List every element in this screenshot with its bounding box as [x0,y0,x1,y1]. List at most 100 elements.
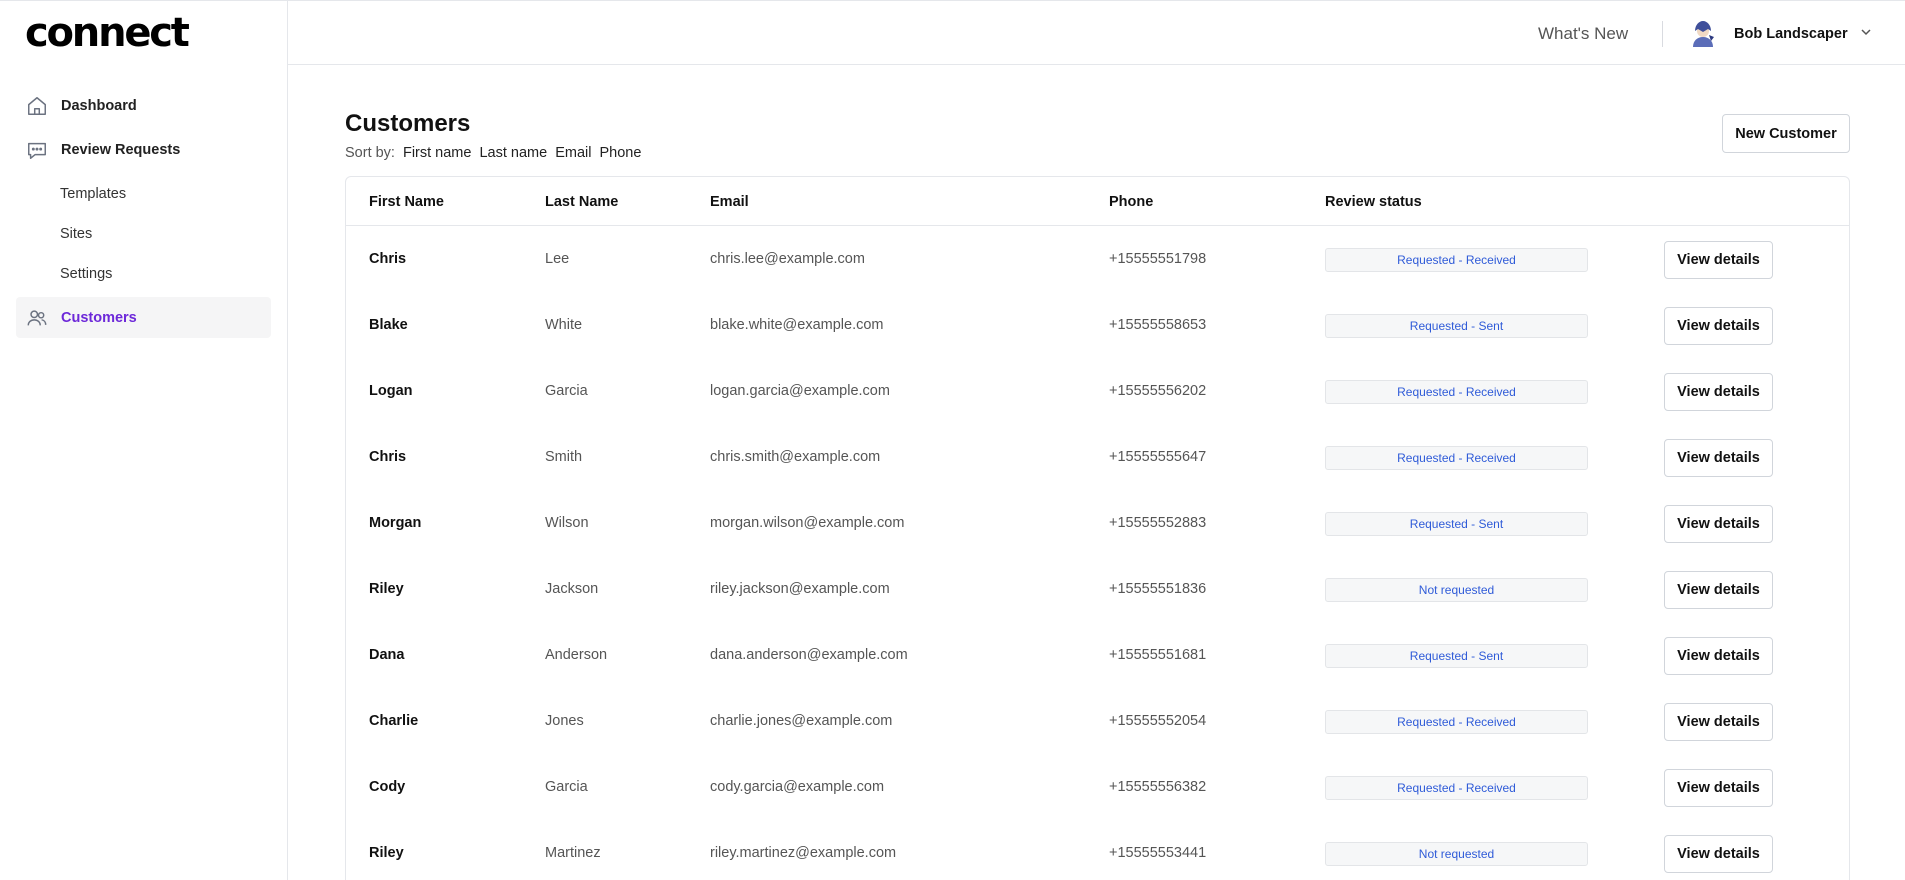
phone-cell: +15555556202 [1109,383,1207,399]
view-details-button[interactable]: View details [1664,373,1773,411]
last-name-cell: Wilson [545,515,589,531]
status-badge: Requested - Sent [1325,644,1588,668]
table-row: Logan Garcia logan.garcia@example.com +1… [346,358,1849,424]
users-icon [25,306,49,330]
email-cell: chris.smith@example.com [710,449,881,465]
email-cell: riley.jackson@example.com [710,581,890,597]
phone-cell: +15555558653 [1109,317,1207,333]
last-name-cell: Anderson [545,647,608,663]
sidebar-subitem-templates[interactable]: Templates [60,184,126,204]
table-row: Cody Garcia cody.garcia@example.com +155… [346,754,1849,820]
sidebar: connect Dashboard Review Requests Templa… [0,0,288,880]
phone-cell: +15555552883 [1109,515,1207,531]
phone-cell: +15555551836 [1109,581,1207,597]
view-details-button[interactable]: View details [1664,571,1773,609]
table-row: Morgan Wilson morgan.wilson@example.com … [346,490,1849,556]
view-details-button[interactable]: View details [1664,703,1773,741]
first-name-cell: Riley [369,845,404,861]
divider [1662,21,1663,47]
view-details-button[interactable]: View details [1664,637,1773,675]
phone-cell: +15555551798 [1109,251,1207,267]
view-details-button[interactable]: View details [1664,307,1773,345]
status-badge: Requested - Received [1325,710,1588,734]
phone-cell: +15555551681 [1109,647,1207,663]
first-name-cell: Morgan [369,515,422,531]
top-bar: What's New Bob Landscaper [288,0,1905,65]
table-row: Riley Martinez riley.martinez@example.co… [346,820,1849,880]
first-name-cell: Chris [369,449,407,465]
email-cell: dana.anderson@example.com [710,647,908,663]
view-details-button[interactable]: View details [1664,439,1773,477]
sort-option-last-name[interactable]: Last name [479,143,547,163]
sidebar-item-label: Dashboard [61,97,137,114]
email-cell: blake.white@example.com [710,317,884,333]
whats-new-link[interactable]: What's New [1538,1,1628,66]
sort-by-label: Sort by: [345,145,395,161]
sort-option-first-name[interactable]: First name [403,143,472,163]
avatar-icon [1688,19,1718,49]
email-cell: logan.garcia@example.com [710,383,890,399]
column-header-last-name[interactable]: Last Name [545,177,618,226]
status-badge: Requested - Sent [1325,314,1588,338]
status-badge: Requested - Received [1325,776,1588,800]
first-name-cell: Charlie [369,713,419,729]
email-cell: morgan.wilson@example.com [710,515,905,531]
status-badge: Not requested [1325,578,1588,602]
table-row: Chris Lee chris.lee@example.com +1555555… [346,226,1849,292]
phone-cell: +15555553441 [1109,845,1207,861]
sort-option-email[interactable]: Email [555,143,591,163]
table-row: Chris Smith chris.smith@example.com +155… [346,424,1849,490]
last-name-cell: Garcia [545,779,588,795]
email-cell: cody.garcia@example.com [710,779,885,795]
column-header-review-status[interactable]: Review status [1325,177,1422,226]
page-title: Customers [345,110,471,137]
email-cell: riley.martinez@example.com [710,845,897,861]
table-row: Blake White blake.white@example.com +155… [346,292,1849,358]
last-name-cell: Jones [545,713,584,729]
view-details-button[interactable]: View details [1664,835,1773,873]
last-name-cell: Garcia [545,383,588,399]
column-header-first-name[interactable]: First Name [369,177,444,226]
table-row: Charlie Jones charlie.jones@example.com … [346,688,1849,754]
sidebar-item-dashboard[interactable]: Dashboard [16,85,271,126]
last-name-cell: Lee [545,251,570,267]
view-details-button[interactable]: View details [1664,505,1773,543]
first-name-cell: Chris [369,251,407,267]
sidebar-item-review-requests[interactable]: Review Requests [16,129,271,170]
sidebar-subitem-settings[interactable]: Settings [60,264,112,284]
sidebar-item-customers[interactable]: Customers [16,297,271,338]
phone-cell: +15555556382 [1109,779,1207,795]
status-badge: Requested - Sent [1325,512,1588,536]
last-name-cell: Martinez [545,845,601,861]
first-name-cell: Dana [369,647,405,663]
status-badge: Not requested [1325,842,1588,866]
sidebar-item-label: Customers [61,309,137,326]
customers-table: First Name Last Name Email Phone Review … [345,176,1850,880]
last-name-cell: White [545,317,583,333]
table-header: First Name Last Name Email Phone Review … [346,177,1849,226]
sort-option-phone[interactable]: Phone [599,143,641,163]
sidebar-subitem-sites[interactable]: Sites [60,224,92,244]
user-menu[interactable]: Bob Landscaper [1688,1,1872,66]
view-details-button[interactable]: View details [1664,241,1773,279]
connect-logo[interactable]: connect [25,13,190,53]
last-name-cell: Jackson [545,581,599,597]
chat-bubble-icon [25,138,49,162]
first-name-cell: Cody [369,779,406,795]
status-badge: Requested - Received [1325,248,1588,272]
status-badge: Requested - Received [1325,380,1588,404]
last-name-cell: Smith [545,449,583,465]
email-cell: chris.lee@example.com [710,251,865,267]
first-name-cell: Riley [369,581,404,597]
column-header-email[interactable]: Email [710,177,749,226]
new-customer-button[interactable]: New Customer [1722,114,1850,153]
main-content: Customers Sort by: First name Last name … [345,65,1850,880]
column-header-phone[interactable]: Phone [1109,177,1153,226]
email-cell: charlie.jones@example.com [710,713,893,729]
view-details-button[interactable]: View details [1664,769,1773,807]
first-name-cell: Logan [369,383,413,399]
sort-by-bar: Sort by: First name Last name Email Phon… [345,143,641,163]
home-icon [25,94,49,118]
phone-cell: +15555552054 [1109,713,1207,729]
sidebar-item-label: Review Requests [61,141,181,158]
